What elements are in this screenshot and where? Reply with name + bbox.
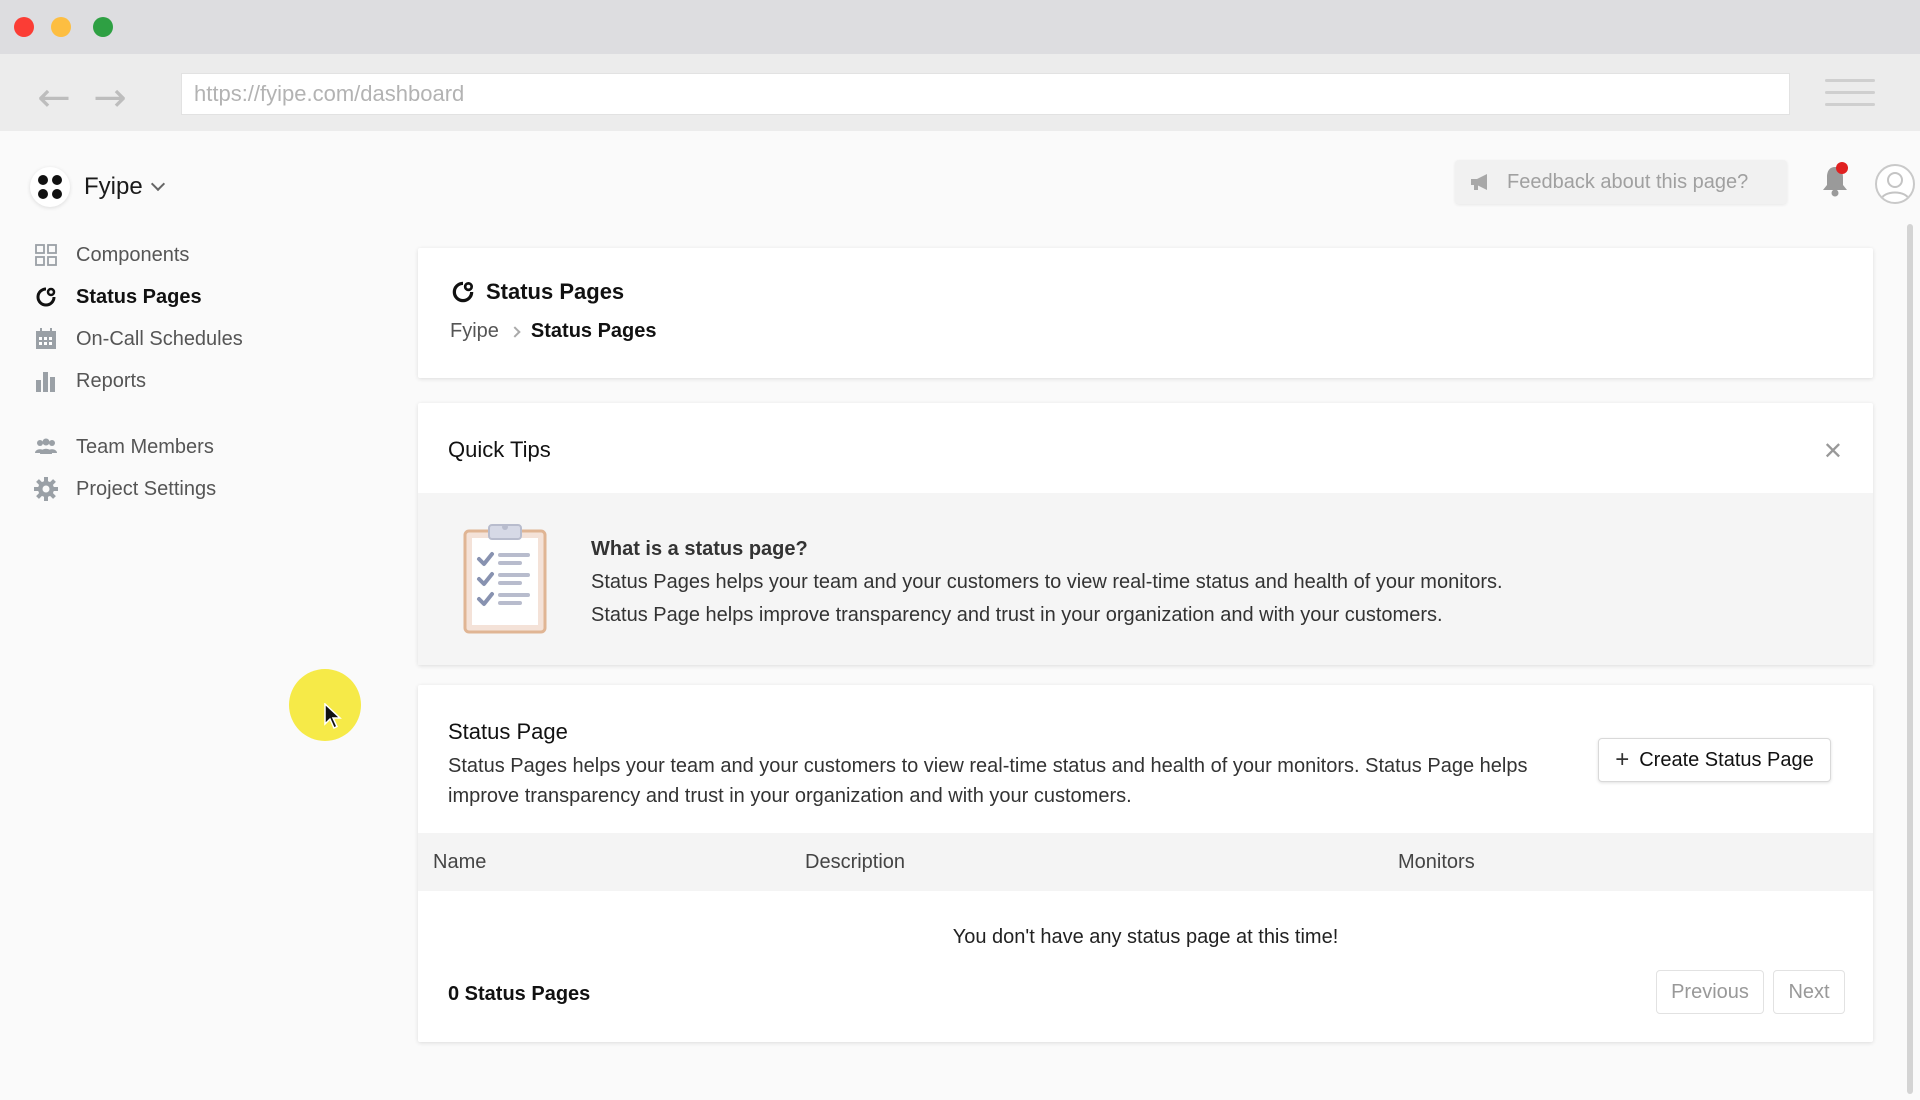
avatar[interactable] (1875, 164, 1915, 204)
plus-icon: + (1615, 746, 1630, 773)
quick-tips-question: What is a status page? (591, 538, 808, 560)
grid-icon (34, 243, 58, 267)
previous-page-button[interactable]: Previous (1656, 970, 1764, 1014)
sidebar-item-label: Team Members (76, 435, 214, 458)
close-window-button[interactable] (14, 17, 34, 37)
project-name: Fyipe (84, 173, 143, 200)
window-titlebar (0, 0, 1920, 54)
sidebar-item-label: Reports (76, 369, 147, 392)
minimize-window-button[interactable] (51, 17, 71, 37)
column-header-monitors: Monitors (1398, 851, 1475, 873)
sidebar-item-reports[interactable]: Reports (34, 360, 364, 402)
sidebar: Components Status Pages On-Call Schedule… (34, 234, 364, 510)
calendar-icon (34, 327, 58, 351)
breadcrumb-item-current: Status Pages (530, 320, 657, 342)
feedback-placeholder: Feedback about this page? (1507, 170, 1749, 193)
empty-state-message: You don't have any status page at this t… (952, 926, 1339, 948)
page-title-text: Status Pages (486, 279, 625, 304)
clipboard-checklist-icon (463, 524, 547, 634)
status-page-list-description: Status Pages helps your team and your cu… (448, 755, 1528, 807)
maximize-window-button[interactable] (93, 17, 113, 37)
status-ring-icon (34, 285, 58, 309)
chevron-right-icon (509, 325, 521, 338)
quick-tips-line-1: Status Pages helps your team and your cu… (591, 571, 1503, 593)
page-header-card: Status Pages Fyipe Status Pages (418, 248, 1873, 378)
create-status-page-label: Create Status Page (1639, 748, 1814, 771)
page-title: Status Pages (450, 279, 624, 305)
quick-tips-body: What is a status page? Status Pages help… (418, 493, 1873, 665)
sidebar-item-label: Components (76, 243, 190, 266)
project-switcher[interactable]: Fyipe (30, 165, 165, 209)
sidebar-item-status-pages[interactable]: Status Pages (34, 276, 364, 318)
breadcrumb-item-project[interactable]: Fyipe (450, 320, 499, 343)
sidebar-item-label: Status Pages (76, 285, 202, 308)
apps-grid-icon (30, 167, 70, 207)
next-page-button[interactable]: Next (1773, 970, 1845, 1014)
user-icon (1880, 172, 1910, 201)
status-page-count: 0 Status Pages (448, 983, 591, 1005)
page-scrollbar[interactable] (1907, 224, 1913, 1094)
app-root: Fyipe Feedback about this page? Componen… (0, 131, 1920, 1100)
bar-chart-icon (34, 369, 58, 393)
arrow-right-icon[interactable]: → (88, 78, 132, 118)
sidebar-item-team-members[interactable]: Team Members (34, 426, 364, 468)
url-bar[interactable]: https://fyipe.com/dashboard (181, 73, 1790, 115)
sidebar-item-on-call-schedules[interactable]: On-Call Schedules (34, 318, 364, 360)
sidebar-item-project-settings[interactable]: Project Settings (34, 468, 364, 510)
sidebar-item-label: Project Settings (76, 477, 217, 500)
close-icon[interactable]: ✕ (1823, 437, 1843, 466)
table-header: Name Description Monitors (418, 833, 1873, 891)
status-page-list-title: Status Page (448, 719, 568, 744)
quick-tips-line-2: Status Page helps improve transparency a… (591, 604, 1443, 626)
quick-tips-text: What is a status page? Status Pages help… (591, 533, 1503, 632)
gear-icon (34, 477, 58, 501)
mouse-pointer-icon (324, 703, 342, 729)
status-ring-icon (452, 281, 474, 303)
create-status-page-button[interactable]: + Create Status Page (1598, 738, 1831, 782)
chevron-down-icon (150, 176, 165, 192)
arrow-left-icon[interactable]: ← (32, 78, 76, 118)
breadcrumb: Fyipe Status Pages (450, 320, 657, 343)
sidebar-item-components[interactable]: Components (34, 234, 364, 276)
team-icon (34, 435, 58, 459)
sidebar-item-label: On-Call Schedules (76, 327, 243, 350)
megaphone-icon (1471, 174, 1487, 190)
quick-tips-card: Quick Tips ✕ What is a status page? Stat… (418, 403, 1873, 665)
hamburger-icon[interactable] (1825, 79, 1875, 107)
column-header-description: Description (805, 851, 906, 873)
feedback-input[interactable]: Feedback about this page? (1455, 160, 1787, 204)
status-page-list-card: Status Page Status Pages helps your team… (418, 685, 1873, 1042)
notification-badge (1836, 162, 1848, 174)
column-header-name: Name (433, 851, 487, 873)
quick-tips-title: Quick Tips (448, 437, 551, 462)
